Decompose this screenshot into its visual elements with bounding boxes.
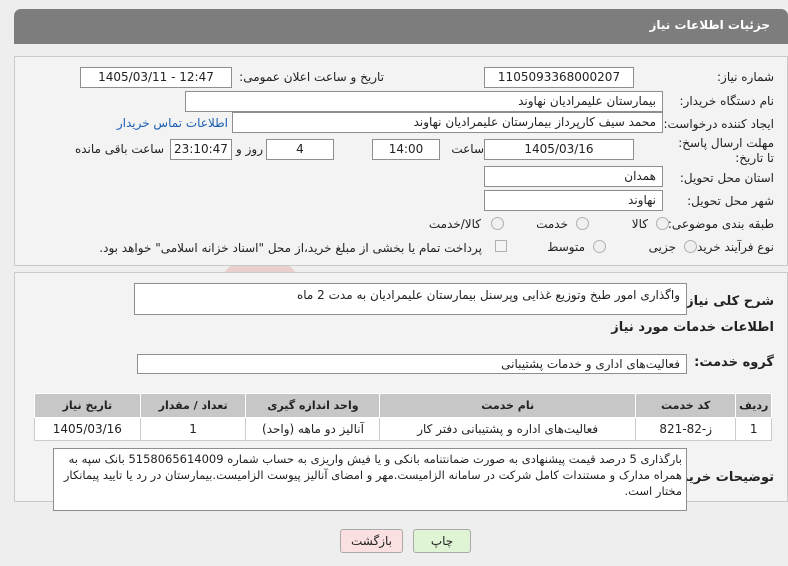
process-label: نوع فرآیند خرید : — [689, 240, 774, 254]
services-section-title: اطلاعات خدمات مورد نیاز — [611, 320, 774, 335]
announce-field[interactable]: 1405/03/11 - 12:47 — [80, 67, 232, 88]
col-name: نام خدمت — [379, 393, 636, 418]
print-button[interactable]: چاپ — [413, 529, 471, 553]
col-row: ردیف — [735, 393, 772, 418]
summary-label: شرح کلی نیاز: — [680, 294, 774, 309]
category-option-goods-service: کالا/خدمت — [428, 217, 481, 231]
cell-row: 1 — [735, 417, 772, 441]
creator-field[interactable]: محمد سیف کارپرداز بیمارستان علیمرادیان ن… — [232, 112, 663, 133]
days-field[interactable]: 4 — [266, 139, 334, 160]
cell-date: 1405/03/16 — [34, 417, 141, 441]
table-row[interactable]: 1 ز-82-821 فعالیت‌های اداره و پشتیبانی د… — [34, 417, 772, 441]
contact-link[interactable]: اطلاعات تماس خریدار — [117, 116, 228, 130]
payment-note: پرداخت تمام یا بخشی از مبلغ خرید،از محل … — [99, 241, 482, 255]
buyer-label: نام دستگاه خریدار: — [679, 94, 775, 108]
buyer-field[interactable]: بیمارستان علیمرادیان نهاوند — [185, 91, 663, 112]
process-radio-minor[interactable] — [684, 240, 697, 253]
page-header: جزئیات اطلاعات نیاز — [14, 9, 788, 44]
city-label: شهر محل تحویل: — [687, 194, 774, 208]
deadline-label: مهلت ارسال پاسخ: تا تاریخ: — [678, 136, 774, 165]
process-option-medium: متوسط — [547, 240, 585, 254]
deadline-time-field[interactable]: 14:00 — [372, 139, 440, 160]
category-option-goods: کالا — [631, 217, 648, 231]
province-label: استان محل تحویل: — [679, 171, 774, 185]
cell-unit: آنالیز دو ماهه (واحد) — [245, 417, 381, 441]
deadline-date-field[interactable]: 1405/03/16 — [484, 139, 634, 160]
remaining-label: ساعت باقی مانده — [74, 142, 164, 156]
time-label: ساعت — [451, 142, 484, 156]
page-title: جزئیات اطلاعات نیاز — [649, 18, 770, 32]
services-header-row: ردیف کد خدمت نام خدمت واحد اندازه گیری ت… — [34, 393, 772, 418]
category-option-service: خدمت — [536, 217, 568, 231]
col-unit: واحد اندازه گیری — [245, 393, 381, 418]
need-number-field[interactable]: 1105093368000207 — [484, 67, 634, 88]
summary-textarea[interactable]: واگذاری امور طبخ وتوزیع غذایی وپرسنل بیم… — [134, 283, 687, 315]
days-label: روز و — [236, 142, 263, 156]
need-number-label: شماره نیاز: — [717, 70, 774, 84]
service-group-label: گروه خدمت: — [694, 355, 774, 370]
services-table: ردیف کد خدمت نام خدمت واحد اندازه گیری ت… — [34, 393, 772, 441]
category-radio-service[interactable] — [576, 217, 589, 230]
col-qty: تعداد / مقدار — [139, 393, 247, 418]
cell-name: فعالیت‌های اداره و پشتیبانی دفتر کار — [379, 417, 636, 441]
process-option-minor: جزیی — [648, 240, 676, 254]
category-radio-goods[interactable] — [656, 217, 669, 230]
category-label: طبقه بندی موضوعی: — [667, 217, 774, 231]
creator-label: ایجاد کننده درخواست: — [663, 117, 774, 131]
summary-text: واگذاری امور طبخ وتوزیع غذایی وپرسنل بیم… — [296, 288, 680, 302]
payment-checkbox[interactable] — [495, 240, 507, 252]
back-button[interactable]: بازگشت — [340, 529, 403, 553]
buyer-notes-textarea[interactable]: بارگذاری 5 درصد قیمت پیشنهادی به صورت ضم… — [53, 448, 687, 511]
col-date: تاریخ نیاز — [34, 393, 141, 418]
city-field[interactable]: نهاوند — [484, 190, 663, 211]
announce-label: تاریخ و ساعت اعلان عمومی: — [239, 70, 384, 84]
process-radio-medium[interactable] — [593, 240, 606, 253]
province-field[interactable]: همدان — [484, 166, 663, 187]
remaining-time-field: 23:10:47 — [170, 139, 232, 160]
buyer-notes-text: بارگذاری 5 درصد قیمت پیشنهادی به صورت ضم… — [63, 452, 682, 498]
cell-code: ز-82-821 — [634, 417, 737, 441]
service-group-field[interactable]: فعالیت‌های اداری و خدمات پشتیبانی — [137, 354, 687, 374]
category-radio-goods-service[interactable] — [491, 217, 504, 230]
col-code: کد خدمت — [634, 393, 737, 418]
cell-qty: 1 — [139, 417, 247, 441]
